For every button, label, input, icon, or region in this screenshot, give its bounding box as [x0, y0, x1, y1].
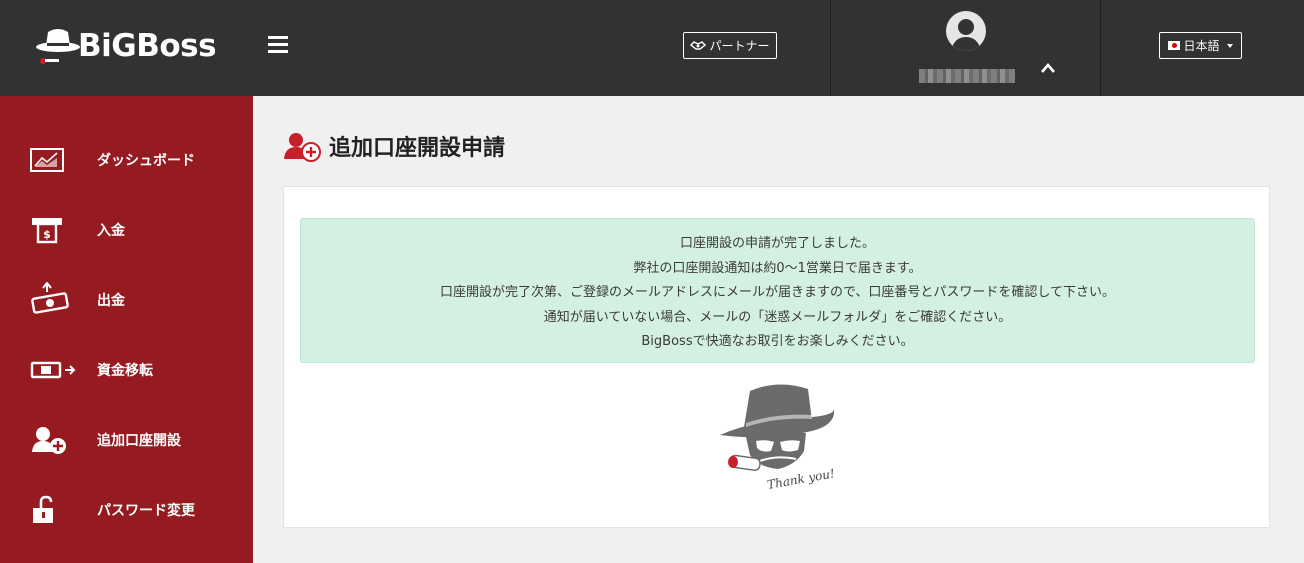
withdraw-icon: [30, 282, 78, 318]
add-user-icon: [30, 422, 78, 458]
atm-deposit-icon: $: [30, 212, 78, 248]
alert-line: 弊社の口座開設通知は約0～1営業日で届きます。: [633, 260, 922, 276]
user-menu[interactable]: [830, 0, 1101, 96]
bigboss-mascot-thank-you: Thank you!: [716, 379, 840, 499]
unlock-icon: [30, 492, 78, 528]
alert-line: 口座開設の申請が完了しました。: [679, 236, 875, 251]
sidebar-item-label: 資金移転: [97, 363, 153, 379]
partner-label: パートナー: [709, 39, 770, 53]
logo-text: BiGBoss: [78, 28, 217, 64]
user-silhouette-icon: [951, 19, 981, 51]
sidebar-item-withdraw[interactable]: 出金: [0, 265, 253, 335]
sidebar-item-label: 出金: [97, 293, 125, 309]
username-blurred: [919, 69, 1015, 83]
top-bar: BiGBoss パートナー 日本語: [0, 0, 1304, 96]
mascot-caption: Thank you!: [766, 466, 836, 492]
japan-flag-icon: [1168, 41, 1181, 50]
sidebar-item-dashboard[interactable]: ダッシュボード: [0, 125, 253, 195]
alert-line: 口座開設が完了次第、ご登録のメールアドレスにメールが届きますので、口座番号とパス…: [439, 285, 1116, 300]
svg-text:$: $: [43, 228, 51, 241]
partner-button[interactable]: パートナー: [683, 32, 777, 59]
transfer-icon: [30, 352, 78, 388]
sidebar-item-label: 入金: [97, 223, 125, 239]
sidebar-item-transfer[interactable]: 資金移転: [0, 335, 253, 405]
alert-line: 通知が届いていない場合、メールの「迷惑メールフォルダ」をご確認ください。: [543, 309, 1012, 325]
sidebar-item-deposit[interactable]: $ 入金: [0, 195, 253, 265]
menu-toggle-icon[interactable]: [268, 36, 288, 54]
bigboss-logo[interactable]: BiGBoss: [34, 24, 217, 70]
add-user-icon: [284, 133, 321, 162]
language-dropdown[interactable]: 日本語: [1159, 32, 1242, 59]
alert-line: BigBossで快適なお取引をお楽しみください。: [641, 334, 914, 349]
success-alert: 口座開設の申請が完了しました。 弊社の口座開設通知は約0～1営業日で届きます。 …: [300, 218, 1255, 363]
sidebar-item-label: ダッシュボード: [97, 153, 195, 169]
caret-down-icon: [1226, 43, 1233, 48]
page-title: 追加口座開設申請: [329, 136, 506, 161]
page-header: 追加口座開設申請: [283, 126, 505, 166]
handshake-icon: [690, 41, 707, 50]
chevron-up-icon[interactable]: [1038, 60, 1058, 76]
chart-icon: [30, 142, 78, 178]
sidebar: ダッシュボード $ 入金 出金 資金移転 追加口座開設 パスワード変更: [0, 96, 253, 563]
sidebar-item-add-account[interactable]: 追加口座開設: [0, 405, 253, 475]
avatar[interactable]: [946, 11, 986, 51]
fedora-hat-icon: [36, 29, 80, 64]
content-panel: 口座開設の申請が完了しました。 弊社の口座開設通知は約0～1営業日で届きます。 …: [283, 186, 1270, 528]
sidebar-item-label: パスワード変更: [97, 503, 195, 519]
sidebar-item-password[interactable]: パスワード変更: [0, 475, 253, 545]
language-label: 日本語: [1183, 39, 1220, 53]
sidebar-item-label: 追加口座開設: [97, 433, 181, 449]
